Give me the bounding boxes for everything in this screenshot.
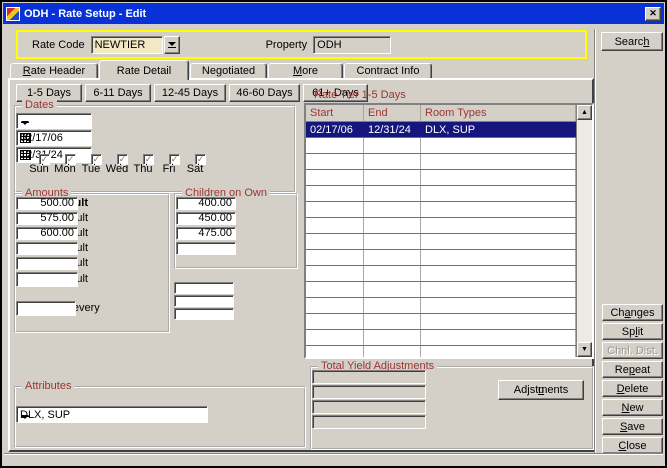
table-row[interactable]: [306, 298, 576, 314]
table-row[interactable]: [306, 266, 576, 282]
rate-tier-title: Rate Tier 1-5 Days: [314, 89, 406, 101]
amount-5-adult-field[interactable]: [16, 257, 78, 270]
age-0-3-field[interactable]: [174, 282, 234, 294]
rate-code-lov-button[interactable]: [164, 36, 180, 54]
new-button[interactable]: New: [602, 399, 663, 416]
rate-code-combo: NEWTIER: [91, 36, 180, 54]
attributes-legend: Attributes: [22, 380, 74, 392]
rate-setup-window: ODH - Rate Setup - Edit ✕ Rate Code NEWT…: [0, 0, 667, 468]
table-row[interactable]: [306, 170, 576, 186]
split-button[interactable]: Split: [602, 323, 663, 340]
table-row[interactable]: [306, 218, 576, 234]
extra-adult-field[interactable]: [16, 272, 78, 287]
cell-room-types: DLX, SUP: [421, 122, 576, 137]
separator-dot: .: [197, 159, 200, 165]
repeat-button[interactable]: Repeat: [602, 361, 663, 378]
property-label: Property: [266, 39, 308, 51]
dropdown-icon: [168, 42, 176, 48]
separator-dot: .: [171, 159, 174, 165]
rate-tier-table: Start End Room Types 02/17/06 12/31/24 D…: [304, 103, 594, 359]
tab-12-45-days[interactable]: 12-45 Days: [154, 84, 226, 102]
age-11-17-field[interactable]: [174, 308, 234, 320]
app-icon: [6, 7, 20, 21]
per-person-stay-field: [312, 400, 426, 414]
child-3-field[interactable]: 475.00: [176, 227, 236, 240]
table-row[interactable]: [306, 154, 576, 170]
table-row[interactable]: [306, 330, 576, 346]
table-row[interactable]: [306, 250, 576, 266]
window-title: ODH - Rate Setup - Edit: [24, 8, 645, 20]
changes-button[interactable]: Changes: [602, 304, 663, 321]
attributes-fieldset: Attributes Room Types DLX, SUP: [14, 386, 306, 448]
calendar-icon: [20, 133, 31, 143]
per-person-night-field: [312, 415, 426, 429]
panel-divider: [594, 29, 596, 453]
separator-dot: .: [93, 159, 96, 165]
column-header-room-types: Room Types: [421, 105, 576, 121]
dates-legend: Dates: [22, 99, 57, 111]
amounts-fieldset: Amounts 1 Adult500.00 2 Adult575.00 3 Ad…: [14, 193, 170, 333]
tab-6-11-days[interactable]: 6-11 Days: [85, 84, 151, 102]
table-row[interactable]: [306, 138, 576, 154]
separator-dot: .: [41, 159, 44, 165]
close-icon[interactable]: ✕: [645, 7, 661, 21]
rate-header-box: Rate Code NEWTIER Property ODH: [16, 30, 587, 59]
table-body: 02/17/06 12/31/24 DLX, SUP: [306, 122, 576, 357]
calendar-icon: [20, 150, 31, 160]
chnl-dist-button: Chnl. Dist.: [602, 342, 663, 359]
close-button[interactable]: Close: [602, 437, 663, 454]
table-row[interactable]: [306, 234, 576, 250]
per-night-field: [312, 385, 426, 399]
per-stay-field: [312, 370, 426, 384]
separator-dot: .: [145, 159, 148, 165]
room-types-field[interactable]: DLX, SUP: [16, 406, 208, 423]
separator-dot: .: [67, 159, 70, 165]
child-age-rows: 0 - 3 4 - 10 11 - 17: [174, 288, 298, 330]
table-row[interactable]: 02/17/06 12/31/24 DLX, SUP: [306, 122, 576, 138]
tab-rate-detail[interactable]: Rate Detail: [99, 60, 189, 80]
column-header-end: End: [364, 105, 421, 121]
table-scrollbar[interactable]: ▲ ▼: [576, 105, 592, 357]
scroll-down-icon[interactable]: ▼: [577, 342, 592, 357]
children-fieldset: Children on Own 1 Child400.00 2 Children…: [174, 193, 298, 269]
table-row[interactable]: [306, 186, 576, 202]
property-field: ODH: [313, 36, 391, 54]
table-row[interactable]: [306, 202, 576, 218]
amount-1-adult-field[interactable]: 500.00: [16, 197, 78, 210]
rate-code-label: Rate Code: [32, 39, 85, 51]
amount-4-adult-field[interactable]: [16, 242, 78, 255]
search-button[interactable]: Search: [601, 32, 663, 51]
age-4-10-field[interactable]: [174, 295, 234, 307]
tab-negotiated[interactable]: Negotiated: [190, 63, 267, 79]
tab-more[interactable]: More: [268, 63, 343, 79]
cell-start: 02/17/06: [306, 122, 364, 137]
child-free-field[interactable]: [16, 301, 76, 316]
adjustments-button[interactable]: Adjustments: [498, 380, 584, 400]
table-row[interactable]: [306, 346, 576, 359]
save-button[interactable]: Save: [602, 418, 663, 435]
column-header-start: Start: [306, 105, 364, 121]
rate-code-field[interactable]: NEWTIER: [91, 36, 163, 54]
rate-detail-panel: 1-5 Days 6-11 Days 12-45 Days 46-60 Days…: [8, 78, 594, 452]
scroll-up-icon[interactable]: ▲: [577, 105, 592, 120]
dates-fieldset: Dates Season Code Start Date 02/17/06 En…: [14, 105, 296, 193]
cell-end: 12/31/24: [364, 122, 421, 137]
child-1-field[interactable]: 400.00: [176, 197, 236, 210]
tab-rate-header[interactable]: Rate Header: [10, 63, 98, 79]
child-4-field[interactable]: [176, 242, 236, 255]
amount-3-adult-field[interactable]: 600.00: [16, 227, 78, 240]
table-header: Start End Room Types: [306, 105, 576, 122]
delete-button[interactable]: Delete: [602, 380, 663, 397]
child-2-field[interactable]: 450.00: [176, 212, 236, 225]
amount-2-adult-field[interactable]: 575.00: [16, 212, 78, 225]
table-row[interactable]: [306, 282, 576, 298]
tab-contract-info[interactable]: Contract Info: [344, 63, 432, 79]
tab-46-60-days[interactable]: 46-60 Days: [229, 84, 300, 102]
yield-fieldset: Total Yield Adjustments Per Stay Per Nig…: [310, 366, 594, 450]
separator-dot: .: [119, 159, 122, 165]
titlebar[interactable]: ODH - Rate Setup - Edit ✕: [3, 3, 664, 24]
table-row[interactable]: [306, 314, 576, 330]
status-bar: [4, 453, 663, 465]
